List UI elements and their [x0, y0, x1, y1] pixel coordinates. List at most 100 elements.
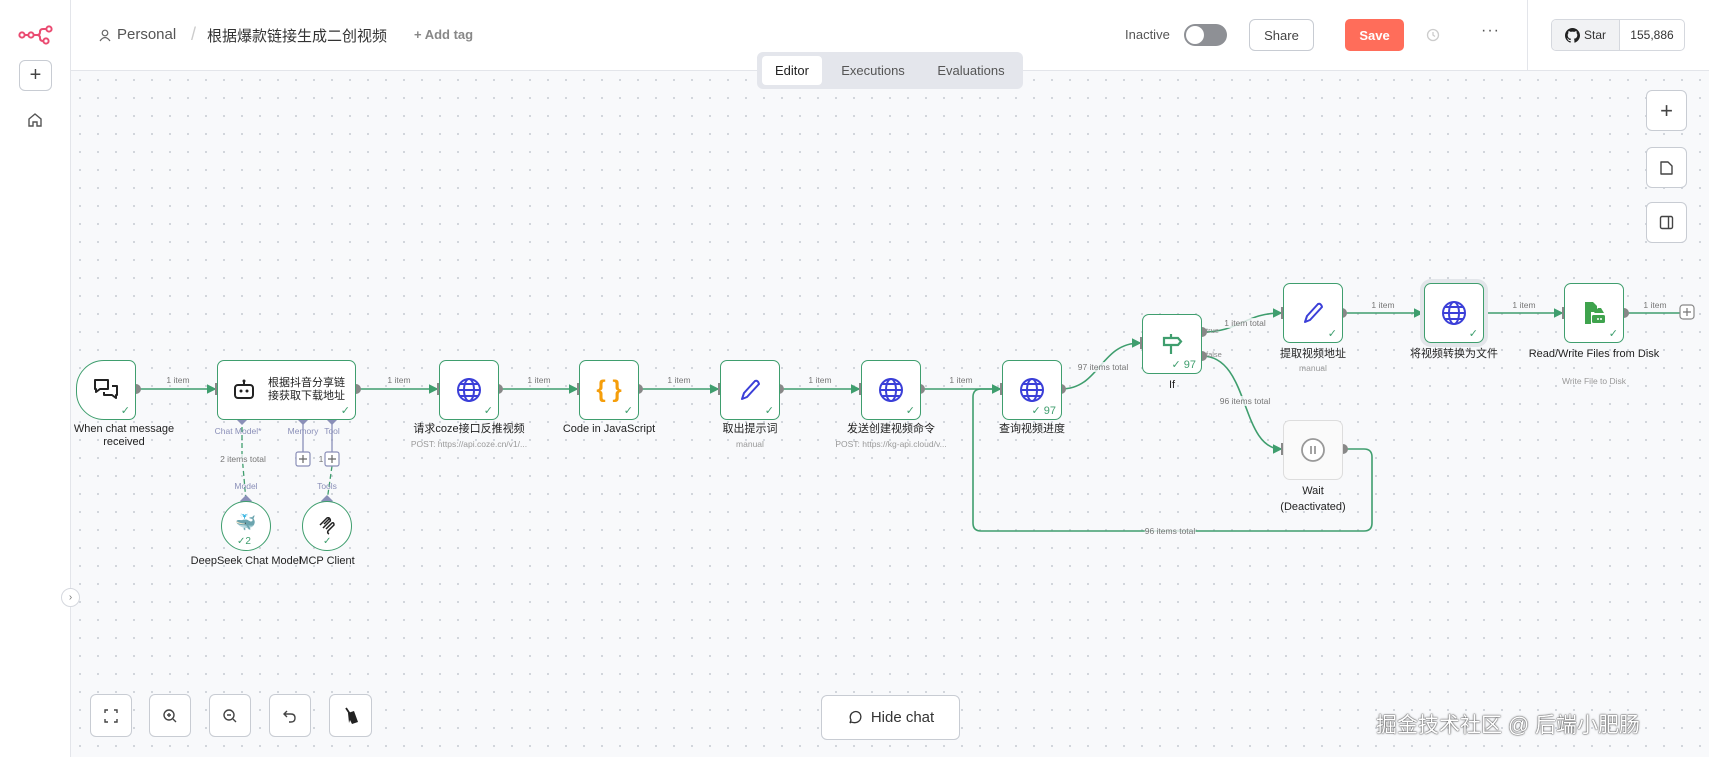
breadcrumb-project[interactable]: Personal: [117, 26, 176, 43]
home-icon[interactable]: [27, 112, 43, 128]
node-label: Read/Write Files from Disk: [1528, 348, 1660, 360]
pen-icon: [741, 379, 760, 400]
node-code[interactable]: { } ✓: [579, 360, 639, 420]
globe-icon: [879, 378, 903, 402]
history-icon[interactable]: [1426, 28, 1440, 42]
node-label: 请求coze接口反推视频: [413, 423, 525, 435]
node-query-progress[interactable]: ✓ 97: [1002, 360, 1062, 420]
active-toggle[interactable]: [1184, 24, 1227, 46]
code-braces-icon: { }: [596, 376, 622, 403]
chat-bubble-icon: [849, 710, 862, 723]
edge-label: 96 items total: [1219, 396, 1271, 406]
reset-zoom-button[interactable]: [269, 694, 311, 737]
node-subtitle: manual: [1299, 363, 1327, 373]
node-send-video[interactable]: ✓: [861, 360, 921, 420]
share-button[interactable]: Share: [1249, 19, 1314, 51]
plus-icon: +: [1660, 97, 1673, 123]
edge-label: 1 item: [667, 375, 691, 385]
node-extract-url[interactable]: ✓: [1283, 283, 1343, 343]
n8n-logo-icon[interactable]: [18, 24, 54, 46]
success-check-icon: ✓: [623, 405, 633, 417]
robot-icon: [234, 379, 254, 399]
edge-label: 1 item: [808, 375, 832, 385]
status-label: Inactive: [1125, 27, 1170, 42]
sticky-note-button[interactable]: [1646, 147, 1687, 188]
undo-icon: [283, 710, 296, 723]
edge-label: 1 item: [949, 375, 973, 385]
zoom-in-button[interactable]: [149, 694, 191, 737]
node-label: 发送创建视频命令: [847, 423, 935, 435]
file-disk-icon: [1585, 302, 1605, 324]
if-true-label: true: [1206, 326, 1219, 335]
hide-chat-button[interactable]: Hide chat: [821, 695, 960, 740]
edge-label: 1 item: [527, 375, 551, 385]
node-wait[interactable]: [1283, 420, 1343, 480]
zoom-out-button[interactable]: [209, 694, 251, 737]
node-label: Code in JavaScript: [562, 423, 656, 435]
panel-icon: [1659, 215, 1674, 230]
success-check-icon: ✓: [340, 405, 350, 417]
chevron-right-icon[interactable]: ›: [61, 588, 80, 607]
handle-label: Tool: [324, 426, 340, 436]
edge-label: 96 items total: [1144, 526, 1196, 536]
breadcrumb-separator: /: [191, 24, 197, 44]
handle-label: Memory: [287, 426, 319, 436]
node-read-write-files[interactable]: ✓: [1564, 283, 1624, 343]
edge-label: 1 item total: [1224, 318, 1266, 328]
user-icon: [99, 29, 111, 42]
globe-icon: [457, 378, 481, 402]
edge-label: 1 item: [387, 375, 411, 385]
fit-view-button[interactable]: [90, 694, 132, 737]
success-check-icon: ✓: [120, 405, 130, 417]
signpost-icon: [1162, 334, 1183, 354]
watermark: 掘金技术社区 @ 后端小肥肠: [1376, 714, 1640, 737]
edge-label: 97 items total: [1077, 362, 1129, 372]
node-chat-trigger[interactable]: ✓: [76, 360, 136, 420]
tidy-up-button[interactable]: [329, 694, 372, 737]
zoom-out-icon: [223, 708, 237, 722]
tab-editor[interactable]: Editor: [762, 56, 822, 85]
node-convert-file[interactable]: ✓: [1424, 283, 1484, 343]
edge-label: 1 item: [1512, 300, 1536, 310]
tab-evaluations[interactable]: Evaluations: [924, 56, 1018, 85]
node-subtitle: POST: https://api.coze.cn/v1/...: [410, 439, 528, 449]
tab-executions[interactable]: Executions: [824, 56, 922, 85]
github-star-button[interactable]: Star 155,886: [1551, 19, 1685, 51]
node-coze-request[interactable]: ✓: [439, 360, 499, 420]
node-mcp-client[interactable]: ✓: [302, 501, 352, 551]
node-extract-prompt[interactable]: ✓: [720, 360, 780, 420]
node-label: Wait: [1302, 485, 1324, 497]
success-check-icon: ✓: [1608, 328, 1618, 340]
success-count: ✓ 97: [1031, 405, 1056, 417]
node-deepseek[interactable]: 🐳 ✓2: [221, 501, 271, 551]
node-if[interactable]: ✓ 97: [1142, 314, 1202, 374]
edge-label: 1: [318, 454, 324, 464]
success-count: ✓ 97: [1171, 359, 1196, 371]
success-check-icon: ✓: [764, 405, 774, 417]
node-label: 查询视频进度: [999, 423, 1065, 435]
more-options-icon[interactable]: ···: [1481, 22, 1500, 40]
success-check-icon: ✓: [483, 405, 493, 417]
save-button[interactable]: Save: [1345, 19, 1404, 51]
mcp-icon: [319, 517, 335, 535]
workflow-title[interactable]: 根据爆款链接生成二创视频: [207, 25, 387, 46]
chat-icon: [94, 379, 118, 399]
edge-label: 1 item: [1643, 300, 1667, 310]
node-ai-agent[interactable]: 根据抖音分享链接获取下载地址 ✓: [217, 360, 356, 420]
handle-label: Chat Model*: [214, 426, 262, 436]
view-tabs: Editor Executions Evaluations: [757, 52, 1023, 89]
toggle-panel-button[interactable]: [1646, 202, 1687, 243]
node-label: MCP Client: [299, 555, 355, 567]
handle-label: Tools: [317, 481, 337, 491]
add-node-panel-button[interactable]: +: [1646, 90, 1687, 131]
zoom-in-icon: [163, 708, 177, 722]
add-tag-button[interactable]: + Add tag: [414, 27, 473, 42]
node-state: (Deactivated): [1280, 501, 1346, 513]
node-subtitle: Write File to Disk: [1561, 376, 1627, 386]
node-label: 取出提示词: [722, 423, 778, 435]
note-icon: [1660, 160, 1673, 175]
success-check-icon: ✓: [1468, 328, 1478, 340]
fullscreen-icon: [104, 708, 118, 723]
add-button[interactable]: +: [19, 60, 52, 91]
github-icon: [1564, 27, 1580, 43]
